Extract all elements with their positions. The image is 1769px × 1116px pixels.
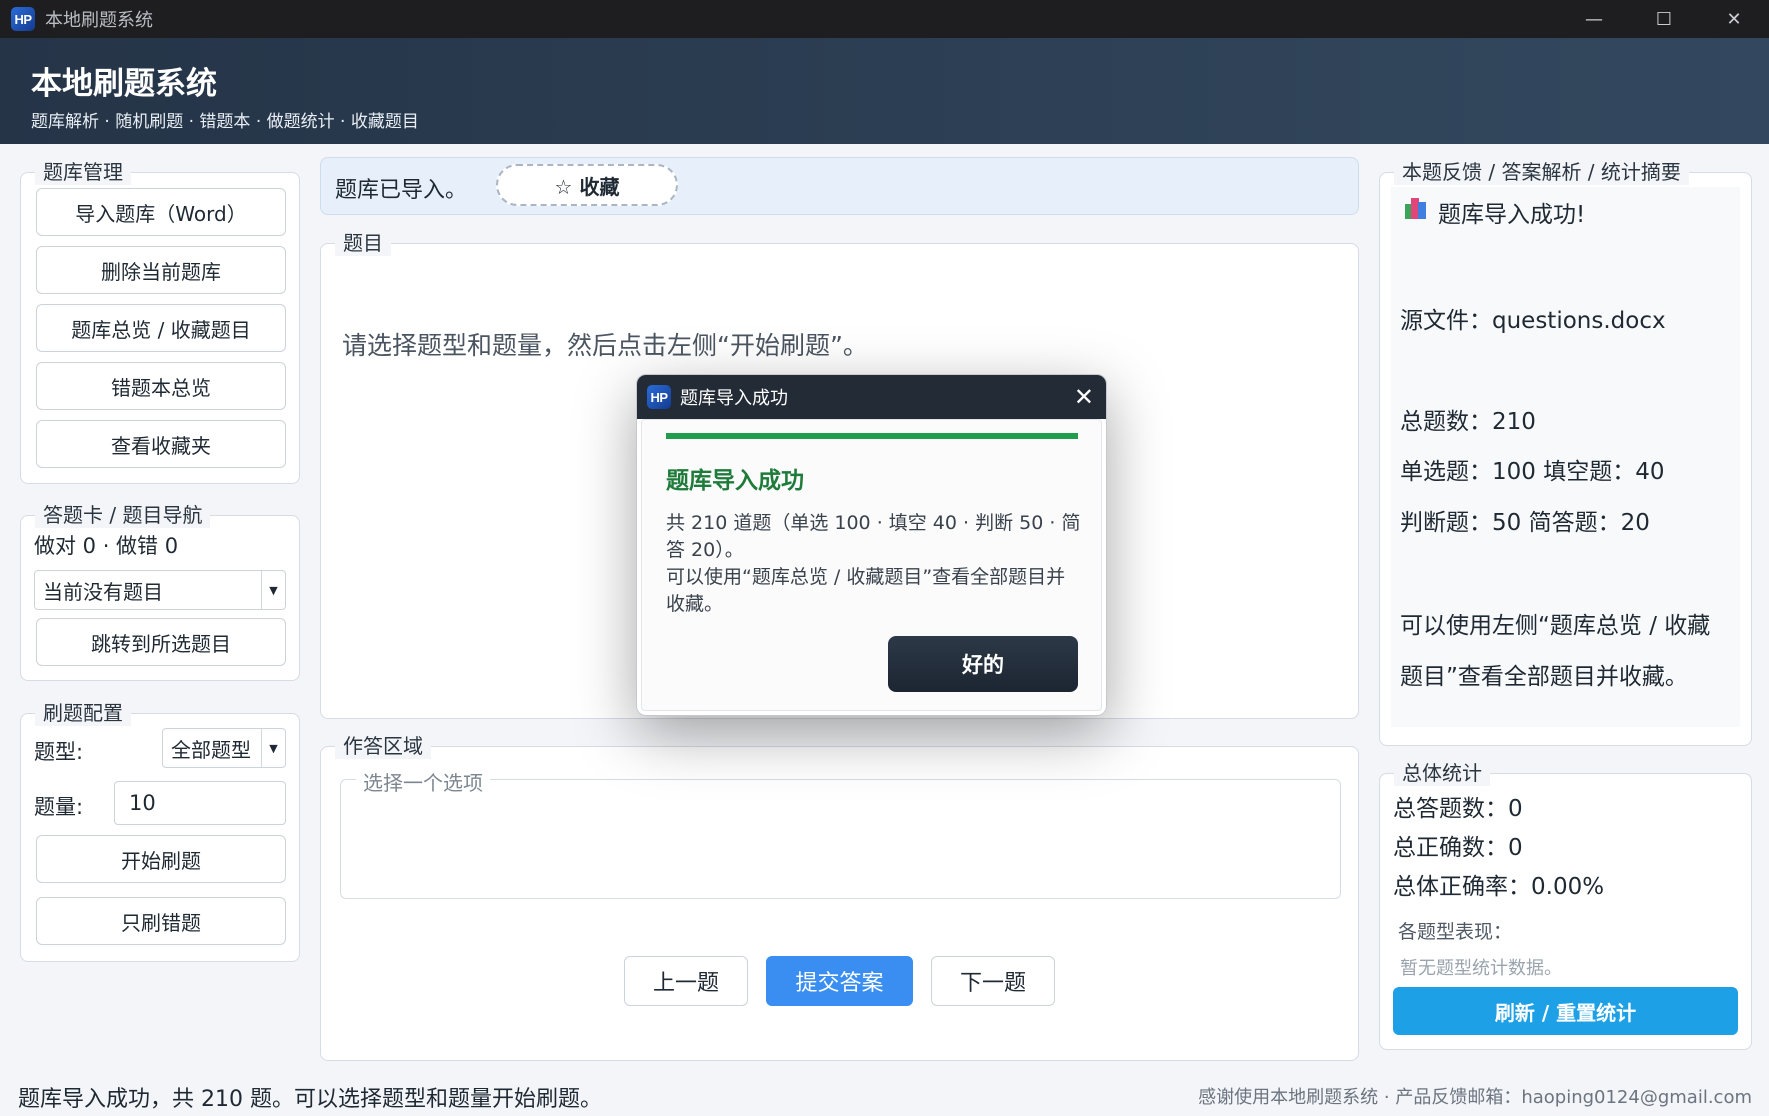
feedback-title: 本题反馈 / 答案解析 / 统计摘要 xyxy=(1394,159,1689,185)
dialog-ok-button[interactable]: 好的 xyxy=(888,636,1078,692)
feedback-hint-line2: 题目”查看全部题目并收藏。 xyxy=(1400,664,1688,690)
type-select-value: 全部题型 xyxy=(171,737,251,762)
app-heading: 本地刷题系统 xyxy=(31,66,217,102)
app-header: 本地刷题系统 题库解析 · 随机刷题 · 错题本 · 做题统计 · 收藏题目 xyxy=(0,38,1769,144)
count-label: 题量: xyxy=(34,795,84,819)
footer-credits: 感谢使用本地刷题系统 · 产品反馈邮箱：haoping0124@gmail.co… xyxy=(1198,1087,1752,1108)
feedback-single-fill: 单选题：100 填空题：40 xyxy=(1400,459,1665,485)
footer-status: 题库导入成功，共 210 题。可以选择题型和题量开始刷题。 xyxy=(18,1087,602,1112)
total-correct: 总正确数：0 xyxy=(1393,835,1523,861)
options-box: 选择一个选项 xyxy=(340,767,1341,899)
overall-stats-group: 总体统计 总答题数：0 总正确数：0 总体正确率：0.00% 各题型表现： 暂无… xyxy=(1379,760,1752,1050)
delete-bank-button[interactable]: 删除当前题库 xyxy=(36,246,286,294)
feedback-hint-line1: 可以使用左侧“题库总览 / 收藏 xyxy=(1400,613,1711,639)
dialog-message: 共 210 道题（单选 100 · 填空 40 · 判断 50 · 简答 20）… xyxy=(666,512,1081,615)
answer-area-group: 作答区域 选择一个选项 xyxy=(320,733,1359,1061)
feedback-judge-short: 判断题：50 简答题：20 xyxy=(1400,510,1650,536)
jump-to-question-button[interactable]: 跳转到所选题目 xyxy=(36,618,286,666)
dialog-title: 题库导入成功 xyxy=(680,388,788,409)
window-title: 本地刷题系统 xyxy=(45,10,153,31)
accuracy: 总体正确率：0.00% xyxy=(1393,874,1605,900)
bank-management-title: 题库管理 xyxy=(35,159,131,185)
favorite-button[interactable]: ☆ 收藏 xyxy=(496,164,678,206)
answer-area-title: 作答区域 xyxy=(335,733,431,759)
status-banner: 题库已导入。 ☆ 收藏 xyxy=(320,157,1359,215)
bank-management-group: 题库管理 导入题库（Word） 删除当前题库 题库总览 / 收藏题目 错题本总览… xyxy=(20,159,300,484)
books-icon xyxy=(1405,198,1429,220)
question-select-value: 当前没有题目 xyxy=(43,579,163,604)
submit-answer-button[interactable]: 提交答案 xyxy=(766,956,913,1006)
score-summary: 做对 0 · 做错 0 xyxy=(34,534,179,558)
overall-stats-title: 总体统计 xyxy=(1394,760,1490,786)
options-title: 选择一个选项 xyxy=(356,767,490,796)
question-select[interactable]: 当前没有题目 ▼ xyxy=(34,570,286,610)
app-subtitle: 题库解析 · 随机刷题 · 错题本 · 做题统计 · 收藏题目 xyxy=(31,112,419,132)
close-window-button[interactable]: ✕ xyxy=(1699,0,1769,38)
dialog-title-bar: HP 题库导入成功 ✕ xyxy=(637,375,1106,419)
feedback-total: 总题数：210 xyxy=(1400,409,1536,435)
status-text: 题库已导入。 xyxy=(335,178,468,203)
import-bank-button[interactable]: 导入题库（Word） xyxy=(36,188,286,236)
dialog-close-button[interactable]: ✕ xyxy=(1074,383,1094,411)
dialog-heading: 题库导入成功 xyxy=(666,468,804,494)
feedback-group: 本题反馈 / 答案解析 / 统计摘要 题库导入成功! 源文件：questions… xyxy=(1379,159,1752,746)
app-logo-icon: HP xyxy=(647,385,671,409)
refresh-stats-button[interactable]: 刷新 / 重置统计 xyxy=(1393,987,1738,1035)
bank-overview-button[interactable]: 题库总览 / 收藏题目 xyxy=(36,304,286,352)
favorites-button[interactable]: 查看收藏夹 xyxy=(36,420,286,468)
title-bar: HP 本地刷题系统 — ☐ ✕ xyxy=(0,0,1769,38)
type-select[interactable]: 全部题型 ▼ xyxy=(162,728,286,768)
prev-question-button[interactable]: 上一题 xyxy=(624,956,748,1006)
total-answered: 总答题数：0 xyxy=(1393,796,1523,822)
question-prompt: 请选择题型和题量，然后点击左侧“开始刷题”。 xyxy=(342,331,868,360)
by-type-empty: 暂无题型统计数据。 xyxy=(1400,958,1562,979)
question-title: 题目 xyxy=(335,230,391,256)
app-logo-icon: HP xyxy=(11,7,35,31)
start-practice-button[interactable]: 开始刷题 xyxy=(36,835,286,883)
answer-card-title: 答题卡 / 题目导航 xyxy=(35,502,211,528)
feedback-success: 题库导入成功! xyxy=(1438,202,1586,228)
chevron-down-icon: ▼ xyxy=(261,571,285,609)
next-question-button[interactable]: 下一题 xyxy=(931,956,1055,1006)
practice-config-title: 刷题配置 xyxy=(35,700,131,726)
dialog-progress-track xyxy=(666,433,1078,439)
feedback-source-file: 源文件：questions.docx xyxy=(1400,308,1666,334)
minimize-button[interactable]: — xyxy=(1559,0,1629,38)
practice-config-group: 刷题配置 题型: 全部题型 ▼ 题量: 10 开始刷题 只刷错题 xyxy=(20,700,300,962)
answer-card-group: 答题卡 / 题目导航 做对 0 · 做错 0 当前没有题目 ▼ 跳转到所选题目 xyxy=(20,502,300,681)
by-type-label: 各题型表现： xyxy=(1398,921,1513,943)
chevron-down-icon: ▼ xyxy=(261,729,285,767)
type-label: 题型: xyxy=(34,740,84,764)
wrong-book-button[interactable]: 错题本总览 xyxy=(36,362,286,410)
maximize-button[interactable]: ☐ xyxy=(1629,0,1699,38)
dialog-progress-fill xyxy=(666,433,1078,439)
wrong-only-button[interactable]: 只刷错题 xyxy=(36,897,286,945)
count-input[interactable]: 10 xyxy=(114,781,286,825)
